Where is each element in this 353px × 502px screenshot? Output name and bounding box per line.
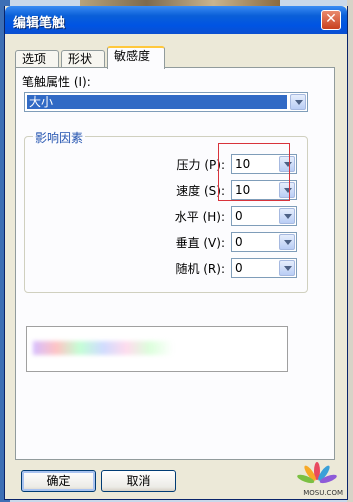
dialog-title: 编辑笔触: [13, 16, 66, 31]
factors-group-title: 影响因素: [33, 129, 86, 146]
horizontal-value: 0: [235, 209, 243, 223]
random-value: 0: [235, 261, 243, 275]
chevron-down-icon[interactable]: [290, 94, 306, 110]
vertical-value: 0: [235, 235, 243, 249]
highlight-box: [218, 143, 290, 201]
random-select[interactable]: 0: [231, 258, 297, 278]
sensitivity-panel: 笔触属性 (I): 大小 影响因素 压力 (P): 10 速度 (S): 10 …: [15, 67, 335, 460]
tab-sensitivity[interactable]: 敏感度: [107, 46, 165, 69]
stroke-attribute-label: 笔触属性 (I):: [22, 75, 91, 89]
tab-options[interactable]: 选项: [15, 50, 59, 68]
chevron-down-icon[interactable]: [279, 234, 295, 250]
chevron-down-icon[interactable]: [279, 260, 295, 276]
edit-stroke-dialog: 编辑笔触 ✕ 选项 形状 敏感度 笔触属性 (I): 大小 影响因素 压力 (P…: [4, 6, 348, 500]
title-bar[interactable]: 编辑笔触 ✕: [5, 6, 347, 34]
watermark-text: MOSU.COM: [303, 489, 343, 497]
tab-shape[interactable]: 形状: [61, 50, 105, 68]
cancel-button[interactable]: 取消: [101, 470, 176, 492]
horizontal-select[interactable]: 0: [231, 206, 297, 226]
stroke-sample: [33, 341, 173, 355]
vertical-select[interactable]: 0: [231, 232, 297, 252]
vertical-label: 垂直 (V):: [175, 236, 225, 250]
site-logo-icon: [297, 462, 337, 484]
stroke-preview: [26, 326, 288, 372]
close-icon: ✕: [325, 11, 337, 27]
close-button[interactable]: ✕: [321, 10, 341, 30]
random-label: 随机 (R):: [175, 262, 225, 276]
horizontal-label: 水平 (H):: [174, 210, 225, 224]
ok-button[interactable]: 确定: [21, 470, 96, 492]
stroke-attribute-select[interactable]: 大小: [24, 92, 308, 112]
chevron-down-icon[interactable]: [279, 208, 295, 224]
stroke-attribute-value: 大小: [27, 95, 287, 109]
